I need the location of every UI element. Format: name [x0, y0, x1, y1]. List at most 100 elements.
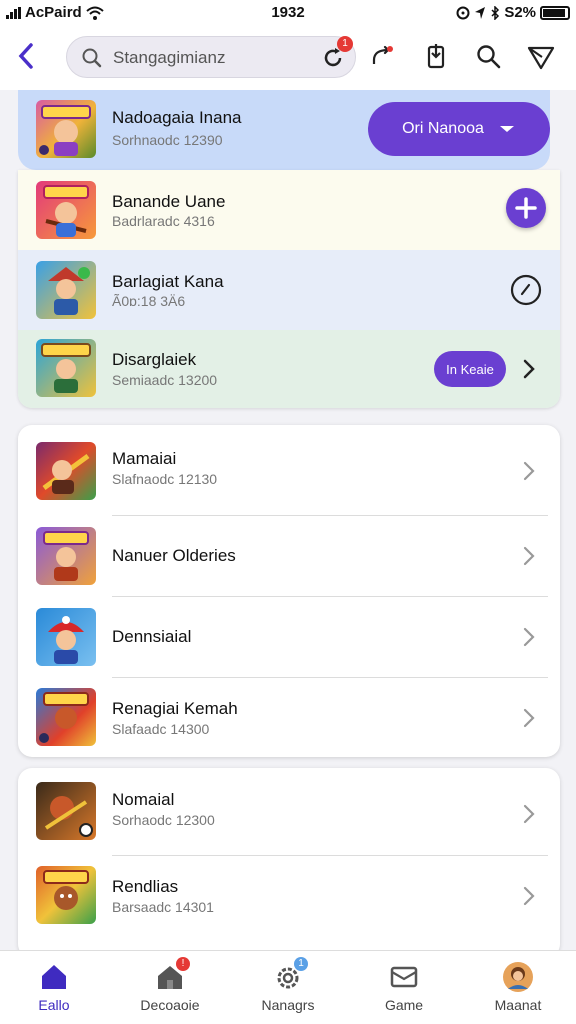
- game-group-3: Nomaial Sorhaodc 12300 Rendlias Barsaadc…: [18, 768, 560, 958]
- tab-badge: 1: [294, 957, 308, 971]
- battery-percent: S2%: [504, 4, 536, 21]
- item-title: Nomaial: [112, 790, 175, 809]
- search-text: Stangagimianz: [113, 48, 226, 67]
- character-icon: [44, 796, 93, 837]
- chevron-left-icon: [18, 43, 33, 69]
- item-title: Banande Uane: [112, 192, 226, 211]
- character-icon: [43, 185, 89, 237]
- chevron-right-icon: [523, 886, 535, 906]
- character-icon: [43, 531, 89, 581]
- alarm-icon: [456, 6, 470, 19]
- featured-card[interactable]: Nadoagaia Inana Sorhnaodc 12390 Ori Nano…: [18, 90, 550, 170]
- filter-button[interactable]: [526, 42, 556, 72]
- search-button[interactable]: [474, 42, 504, 72]
- home-icon: [38, 961, 70, 993]
- item-subtitle: Badrlaradc 4316: [112, 213, 215, 229]
- item-subtitle: Barsaadc 14301: [112, 899, 214, 915]
- character-icon: [48, 616, 84, 664]
- install-button[interactable]: In Keaie: [434, 351, 506, 387]
- item-subtitle: Semiaadc 13200: [112, 372, 218, 388]
- game-thumbnail: [36, 527, 96, 585]
- item-subtitle: Slafnaodc 12130: [112, 471, 218, 487]
- list-item[interactable]: Dennsiaial: [18, 597, 560, 677]
- item-title: Rendlias: [112, 877, 179, 896]
- chevron-right-icon: [523, 461, 535, 481]
- status-bar: AcPaird 1932 S2%: [0, 0, 576, 26]
- item-subtitle: Sorhaodc 12300: [112, 812, 215, 828]
- search-icon: [82, 48, 102, 68]
- list-item[interactable]: Rendlias Barsaadc 14301: [18, 856, 560, 938]
- chevron-right-icon: [523, 627, 535, 647]
- chevron-down-icon: [499, 126, 514, 132]
- download-icon: [427, 44, 445, 69]
- tab-profile[interactable]: Maanat: [468, 961, 568, 1013]
- share-button[interactable]: [368, 42, 398, 72]
- list-item[interactable]: Nomaial Sorhaodc 12300: [18, 768, 560, 856]
- download-button[interactable]: [422, 42, 452, 72]
- item-title: Mamaiai: [112, 449, 177, 468]
- game-thumbnail: [36, 442, 96, 500]
- game-thumbnail: [36, 100, 96, 158]
- notification-badge: 1: [337, 36, 353, 52]
- item-subtitle: Ã0ɒ:18 3Ä6: [112, 293, 186, 309]
- refresh-button[interactable]: 1: [321, 36, 353, 70]
- battery-icon: [540, 5, 570, 20]
- tab-home[interactable]: Eallo: [4, 961, 104, 1013]
- item-subtitle: Slafaadc 14300: [112, 721, 210, 737]
- list-item[interactable]: Disarglaiek Semiaadc 13200 In Keaie: [18, 330, 560, 408]
- chevron-right-icon[interactable]: [522, 357, 536, 381]
- game-thumbnail: [36, 866, 96, 924]
- chevron-right-icon: [523, 804, 535, 824]
- game-group-2: Mamaiai Slafnaodc 12130 Nanuer Olderies …: [18, 425, 560, 757]
- install-button-label: In Keaie: [446, 361, 494, 377]
- send-icon: [527, 46, 555, 70]
- chevron-right-icon: [523, 546, 535, 566]
- list-item[interactable]: Banande Uane Badrlaradc 4316: [18, 170, 560, 250]
- tab-game[interactable]: Game: [354, 961, 454, 1013]
- timer-button[interactable]: [510, 274, 542, 306]
- character-icon: [39, 692, 89, 743]
- game-thumbnail: [36, 339, 96, 397]
- tab-label: Decoaoie: [140, 997, 200, 1013]
- tab-badge: !: [176, 957, 190, 971]
- add-button[interactable]: [506, 188, 546, 228]
- open-button[interactable]: Ori Nanooa: [368, 102, 550, 156]
- item-title: Disarglaiek: [112, 350, 197, 369]
- tab-discover[interactable]: ! Decoaoie: [120, 957, 220, 1013]
- item-title: Renagiai Kemah: [112, 699, 238, 718]
- character-icon: [48, 267, 90, 315]
- tab-bar: Eallo ! Decoaoie 1 Nanagrs Game Maanat: [0, 950, 576, 1024]
- tab-label: Eallo: [38, 997, 70, 1013]
- game-thumbnail: [36, 261, 96, 319]
- open-button-label: Ori Nanooa: [402, 120, 484, 137]
- item-title: Dennsiaial: [112, 627, 192, 646]
- list-item[interactable]: Barlagiat Kana Ã0ɒ:18 3Ä6: [18, 250, 560, 330]
- share-icon: [372, 45, 393, 64]
- character-icon: [41, 343, 91, 393]
- character-icon: [43, 870, 89, 910]
- store-icon: !: [154, 957, 190, 993]
- game-controller-icon: [388, 961, 420, 993]
- featured-subtitle: Sorhnaodc 12390: [112, 132, 223, 148]
- gear-icon: 1: [272, 957, 308, 993]
- back-button[interactable]: [14, 40, 44, 72]
- search-input[interactable]: Stangagimianz 1: [66, 36, 356, 78]
- list-item[interactable]: Nanuer Olderies: [18, 516, 560, 596]
- game-thumbnail: [36, 688, 96, 746]
- tab-manage[interactable]: 1 Nanagrs: [238, 957, 338, 1013]
- tab-label: Game: [384, 997, 424, 1013]
- game-thumbnail: [36, 782, 96, 840]
- game-thumbnail: [36, 608, 96, 666]
- character-icon: [39, 105, 91, 156]
- list-item[interactable]: Renagiai Kemah Slafaadc 14300: [18, 678, 560, 757]
- list-item[interactable]: Mamaiai Slafnaodc 12130: [18, 425, 560, 515]
- featured-title: Nadoagaia Inana: [112, 108, 242, 127]
- tab-label: Nanagrs: [261, 997, 315, 1013]
- item-title: Nanuer Olderies: [112, 546, 236, 565]
- location-icon: [475, 6, 486, 19]
- avatar: [502, 961, 534, 993]
- character-icon: [42, 453, 90, 494]
- clock-icon: [510, 274, 542, 306]
- clock: 1932: [271, 4, 305, 21]
- plus-icon: [515, 197, 537, 219]
